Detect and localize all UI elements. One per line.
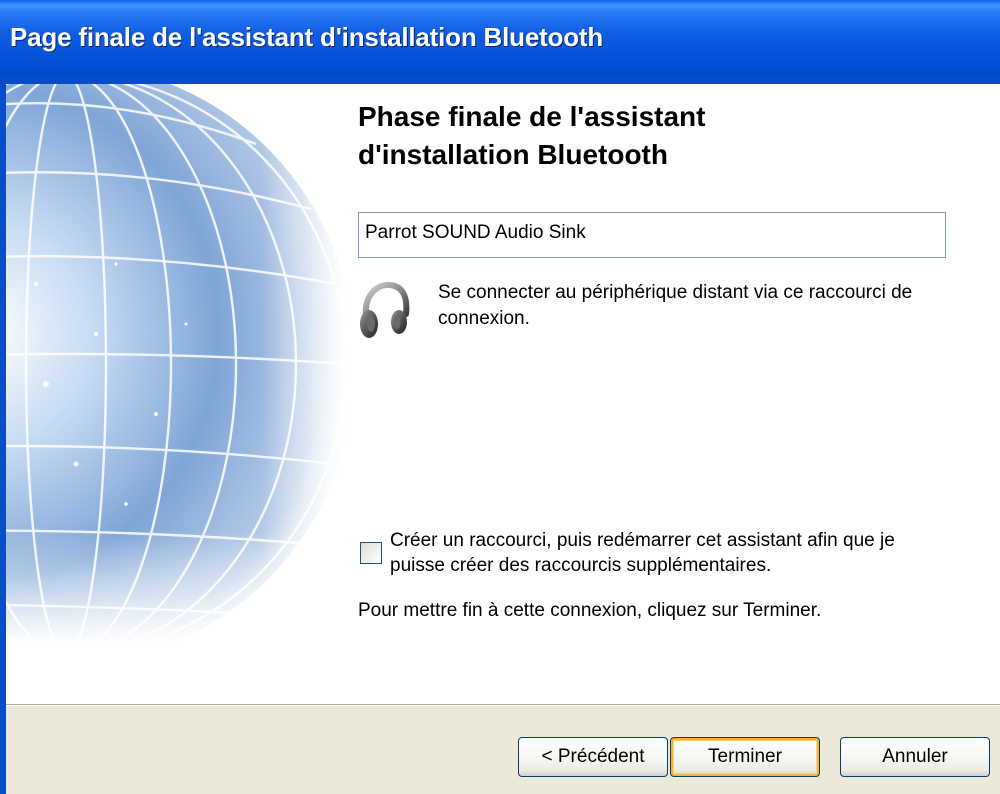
globe-banner-image	[6, 84, 346, 644]
wizard-client-area: Phase finale de l'assistant d'installati…	[0, 84, 1000, 794]
title-bar[interactable]: Page finale de l'assistant d'installatio…	[0, 0, 1000, 84]
create-shortcut-checkbox[interactable]	[360, 542, 382, 564]
headphones-icon	[358, 280, 410, 342]
create-shortcut-label[interactable]: Créer un raccourci, puis redémarrer cet …	[390, 528, 950, 578]
connection-description: Se connecter au périphérique distant via…	[438, 282, 913, 329]
finish-instruction: Pour mettre fin à cette connexion, cliqu…	[358, 600, 822, 621]
wizard-content-panel: Phase finale de l'assistant d'installati…	[6, 84, 1000, 704]
finish-button[interactable]: Terminer	[670, 737, 820, 777]
heading-line-2: d'installation Bluetooth	[358, 139, 668, 170]
page-heading: Phase finale de l'assistant d'installati…	[358, 98, 898, 174]
previous-button[interactable]: < Précédent	[518, 737, 668, 777]
device-name-field: Parrot SOUND Audio Sink	[358, 212, 946, 258]
heading-line-1: Phase finale de l'assistant	[358, 101, 706, 132]
window-title: Page finale de l'assistant d'installatio…	[10, 22, 604, 52]
wizard-window: Page finale de l'assistant d'installatio…	[0, 0, 1000, 794]
wizard-button-bar: < Précédent Terminer Annuler	[6, 704, 1000, 794]
cancel-button[interactable]: Annuler	[840, 737, 990, 777]
